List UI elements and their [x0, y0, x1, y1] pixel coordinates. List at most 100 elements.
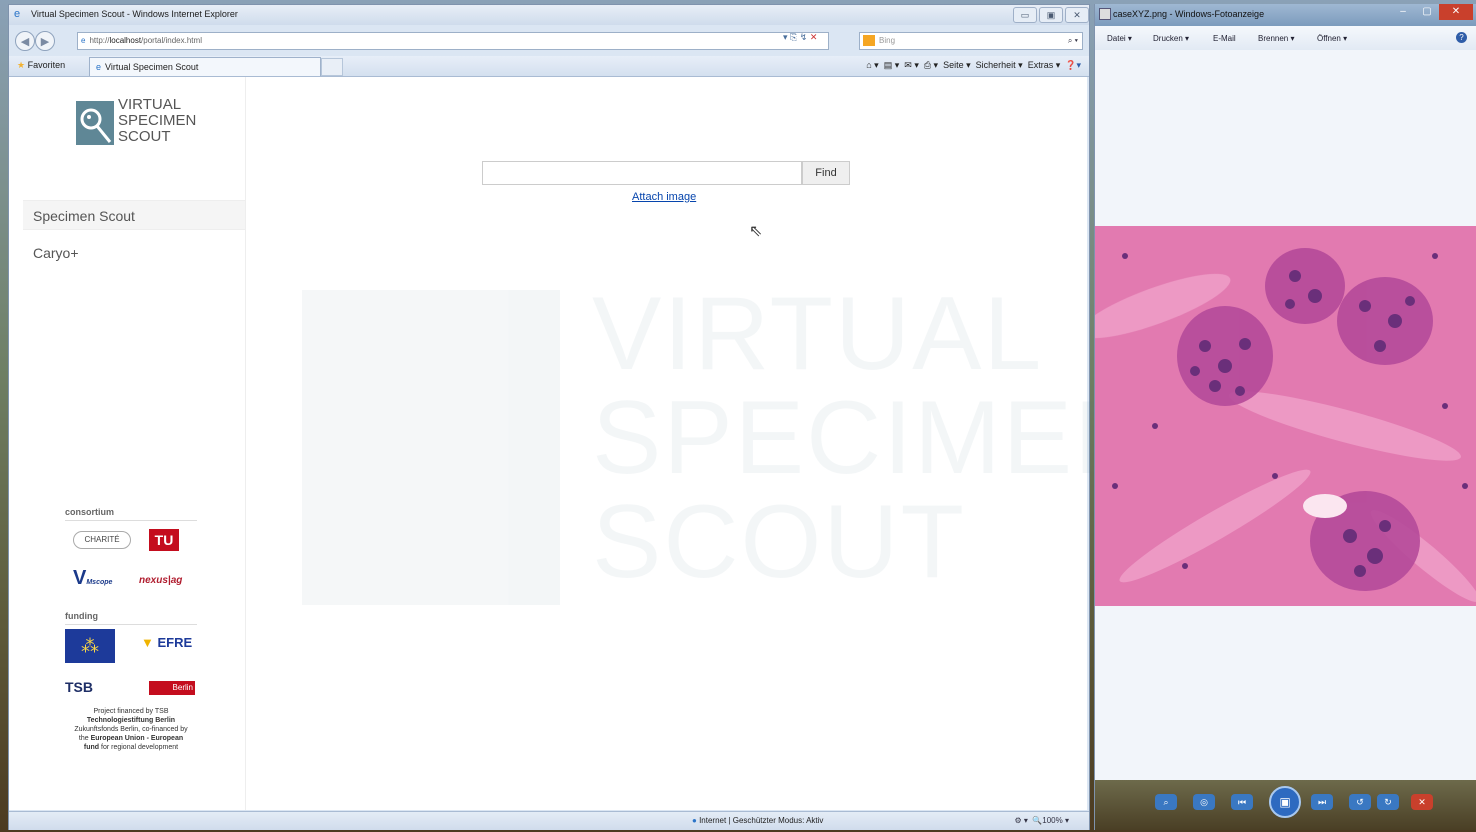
status-bar: ● Internet | Geschützter Modus: Aktiv ⚙ … [9, 811, 1089, 830]
sidebar: VIRTUAL SPECIMEN SCOUT Specimen Scout Ca… [21, 77, 246, 810]
rotate-right-icon[interactable]: ↻ [1377, 794, 1399, 810]
sidebar-item-caryo[interactable]: Caryo+ [23, 238, 245, 268]
dropdown-icon[interactable]: ▾ [783, 32, 788, 42]
viewer-close-button[interactable]: ✕ [1439, 4, 1473, 20]
compat-view-icon[interactable]: ⎘ [790, 32, 797, 42]
extras-menu[interactable]: Extras ▾ [1028, 60, 1061, 70]
page-content: VIRTUAL SPECIMEN SCOUT Specimen Scout Ca… [9, 77, 1149, 810]
finance-line-1: Project financed by TSB [93, 708, 169, 715]
home-icon[interactable]: ⌂ ▾ [866, 60, 878, 70]
back-button[interactable]: ◀ [15, 31, 35, 51]
find-button[interactable]: Find [802, 161, 850, 185]
viewer-controls-bar: ⌕ ◎ ⏮ ▣ ⏭ ↺ ↻ ✕ [1095, 780, 1476, 830]
finance-line-5b: for regional development [99, 744, 179, 751]
print-icon[interactable]: ⎙ ▾ [924, 60, 938, 70]
consortium-logos-row2: VMscope nexus|ag [65, 561, 197, 601]
viewer-window-title: caseXYZ.png - Windows-Fotoanzeige [1113, 9, 1265, 19]
efre-flag-icon: ▼ [141, 635, 154, 650]
forward-button[interactable]: ▶ [35, 31, 55, 51]
security-zone[interactable]: ● Internet | Geschützter Modus: Aktiv [692, 816, 823, 825]
stop-icon[interactable]: ✕ [810, 32, 818, 42]
watermark-magnifier-icon [302, 290, 560, 605]
viewer-maximize-button[interactable]: ▢ [1415, 4, 1439, 20]
finance-line-4a: the [78, 735, 91, 742]
favorites-button[interactable]: ★ Favoriten [17, 60, 65, 71]
viewer-minimize-button[interactable]: – [1391, 4, 1415, 20]
security-zone-label: Internet | Geschützter Modus: Aktiv [699, 816, 824, 825]
histology-image [1095, 226, 1476, 606]
rotate-left-icon[interactable]: ↺ [1349, 794, 1371, 810]
help-icon[interactable]: ❓▾ [1065, 60, 1081, 70]
photo-viewer-window: caseXYZ.png - Windows-Fotoanzeige – ▢ ✕ … [1094, 4, 1476, 830]
finance-line-2: Technologiestiftung Berlin [86, 717, 176, 724]
command-bar: ⌂ ▾ ▤ ▾ ✉ ▾ ⎙ ▾ Seite ▾ Sicherheit ▾ Ext… [866, 60, 1081, 71]
mouse-cursor-icon: ⇖ [749, 223, 763, 240]
viewer-menu-datei[interactable]: Datei ▾ [1107, 34, 1132, 43]
zoom-control[interactable]: ⚙ ▾ 🔍100% ▾ [1014, 816, 1069, 825]
search-input[interactable] [482, 161, 802, 185]
viewer-window-controls: – ▢ ✕ [1391, 4, 1473, 20]
ie-window: e Virtual Specimen Scout - Windows Inter… [8, 4, 1149, 830]
mail-icon[interactable]: ✉ ▾ [904, 60, 919, 70]
address-input[interactable]: e http://localhost/portal/index.html [77, 32, 829, 50]
funding-logos-row1: ⁂ ▼ EFRE [65, 625, 197, 671]
address-host: localhost [109, 36, 142, 45]
funding-heading: funding [65, 611, 197, 625]
refresh-icon[interactable]: ↯ [800, 32, 808, 42]
next-icon[interactable]: ⏭ [1311, 794, 1333, 810]
seite-menu[interactable]: Seite ▾ [943, 60, 971, 70]
tab-title: Virtual Specimen Scout [105, 62, 199, 72]
address-path: /portal/index.html [141, 36, 202, 45]
watermark-text: VIRTUAL SPECIMEN SCOUT [592, 276, 1152, 600]
viewer-title-bar[interactable]: caseXYZ.png - Windows-Fotoanzeige – ▢ ✕ [1095, 4, 1476, 26]
search-engine-label: Bing [879, 36, 896, 45]
consortium-logos-row1: CHARITÉ TU [65, 521, 197, 561]
tsb-logo: TSB [65, 679, 93, 695]
eu-flag-logo: ⁂ [65, 629, 115, 663]
finance-line-4: the European Union - European [65, 734, 197, 743]
charite-logo: CHARITÉ [73, 531, 131, 549]
sidebar-item-specimen-scout[interactable]: Specimen Scout [23, 200, 245, 230]
browser-tab[interactable]: e Virtual Specimen Scout [89, 57, 321, 76]
histology-drawing [1095, 226, 1476, 606]
new-tab-button[interactable] [321, 58, 343, 76]
slideshow-button[interactable]: ▣ [1269, 786, 1301, 818]
feeds-icon[interactable]: ▤ ▾ [884, 60, 900, 70]
minimize-button[interactable]: ▭ [1013, 7, 1037, 23]
logo-text: VIRTUAL SPECIMEN SCOUT [118, 96, 197, 145]
search-box[interactable]: Bing ⌕ ▾ [859, 32, 1083, 50]
finance-line-3: Zukunftsfonds Berlin, co-financed by [74, 726, 188, 733]
maximize-button[interactable]: ▣ [1039, 7, 1063, 23]
viewer-menu-oeffnen[interactable]: Öffnen ▾ [1317, 34, 1347, 43]
tu-logo: TU [149, 529, 179, 551]
funding-logos-row2: TSB Berlin [65, 671, 197, 703]
berlin-logo: Berlin [149, 681, 195, 695]
viewer-menu-email[interactable]: E-Mail [1213, 34, 1236, 43]
viewer-menu-bar: Datei ▾ Drucken ▾ E-Mail Brennen ▾ Öffne… [1095, 26, 1476, 50]
viewer-menu-brennen[interactable]: Brennen ▾ [1258, 34, 1294, 43]
finance-note: Project financed by TSB Technologiestift… [65, 707, 197, 752]
actual-size-icon[interactable]: ◎ [1193, 794, 1215, 810]
address-bar-row: ◀ ▶ e http://localhost/portal/index.html … [9, 26, 1089, 56]
star-icon: ★ [17, 60, 26, 70]
background-watermark: VIRTUAL SPECIMEN SCOUT [302, 282, 1149, 605]
bing-icon [863, 35, 875, 46]
nexus-logo: nexus|ag [139, 575, 183, 586]
efre-text: EFRE [157, 635, 193, 650]
close-button[interactable]: ✕ [1065, 7, 1089, 23]
zoom-icon[interactable]: ⌕ [1155, 794, 1177, 810]
sicherheit-menu[interactable]: Sicherheit ▾ [976, 60, 1023, 70]
ie-title-bar[interactable]: e Virtual Specimen Scout - Windows Inter… [9, 5, 1089, 25]
attach-image-link[interactable]: Attach image [632, 191, 696, 203]
favorites-label: Favoriten [27, 60, 66, 70]
delete-icon[interactable]: ✕ [1411, 794, 1433, 810]
zoom-label: 100% [1042, 816, 1063, 825]
viewer-menu-drucken[interactable]: Drucken ▾ [1153, 34, 1189, 43]
address-prefix: http:// [89, 36, 110, 45]
viewer-help-icon[interactable]: ? [1456, 32, 1467, 43]
previous-icon[interactable]: ⏮ [1231, 794, 1253, 810]
search-icon[interactable]: ⌕ ▾ [1068, 33, 1078, 49]
ie-window-controls: ▭ ▣ ✕ [1013, 7, 1089, 23]
consortium-section: consortium CHARITÉ TU VMscope nexus|ag f… [65, 507, 197, 752]
viewer-app-icon [1099, 8, 1111, 20]
